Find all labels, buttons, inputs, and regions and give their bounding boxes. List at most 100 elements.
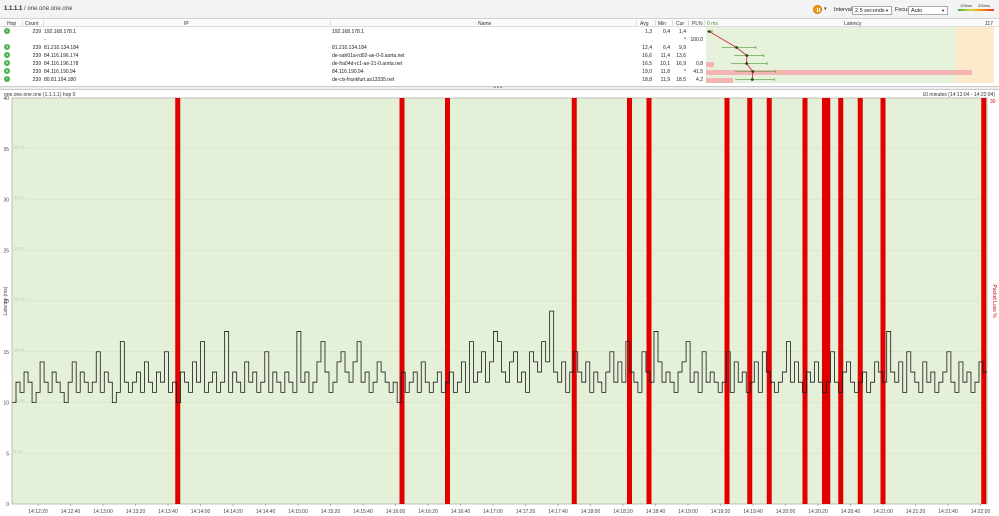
cell-min: 11,4 xyxy=(660,53,670,59)
cell-pl: 0,8 xyxy=(696,61,703,67)
right-y-axis-title: Packet Loss % xyxy=(991,284,997,318)
grid-value-label: 15 ms xyxy=(14,347,25,352)
col-count[interactable]: Count xyxy=(25,21,38,27)
column-divider xyxy=(636,20,637,27)
focus-select[interactable]: Auto ▼ xyxy=(908,6,948,15)
focus-value: Auto xyxy=(911,8,923,14)
x-tick-label: 14:12:40 xyxy=(61,509,81,515)
table-row[interactable]: 1 239 192.168.178.1 192.168.178.1 1,3 0,4 1,4 xyxy=(0,28,705,36)
x-tick-label: 14:14:20 xyxy=(223,509,243,515)
scale-gradient-bar xyxy=(958,9,994,11)
cell-pl: 100,0 xyxy=(690,37,703,43)
x-tick-label: 14:18:00 xyxy=(581,509,601,515)
y-tick-label: 5 xyxy=(6,451,9,457)
cell-avg: 16,5 xyxy=(642,61,652,67)
hop-status-badge: 5 xyxy=(4,60,10,66)
cell-ip: 80.81.194.180 xyxy=(44,77,76,83)
y-tick-label: 10 xyxy=(3,401,9,407)
cell-count: 239 xyxy=(32,61,41,67)
x-tick-label: 14:13:20 xyxy=(126,509,146,515)
interval-select[interactable]: 2.5 seconds ▼ xyxy=(852,6,892,15)
hop-status-badge: 6 xyxy=(4,68,10,74)
hop-status-badge: 1 xyxy=(4,28,10,34)
packet-loss-mark xyxy=(399,98,405,504)
hop-status-badge: 4 xyxy=(4,52,10,58)
latency-mini-graph xyxy=(706,30,777,81)
cell-avg: 18,8 xyxy=(642,77,652,83)
col-name[interactable]: Name xyxy=(478,21,491,27)
latency-avg-point xyxy=(751,70,755,73)
cell-cur: 13,6 xyxy=(676,53,686,59)
x-tick-label: 14:20:00 xyxy=(776,509,796,515)
hop-table: Hop Count IP Name Avg Min Cur PL% 0 ms L… xyxy=(0,20,999,84)
x-tick-label: 14:14:00 xyxy=(191,509,211,515)
cell-name: de-fra04d-rc1-ae-21-0.aorta.net xyxy=(332,61,403,67)
target-host: 1.1.1.1 xyxy=(4,6,23,12)
x-tick-label: 14:17:00 xyxy=(483,509,503,515)
latency-avg-point xyxy=(735,46,738,49)
interval-value: 2.5 seconds xyxy=(855,8,885,14)
packet-loss-mark xyxy=(646,98,652,504)
grid-value-label: 25 ms xyxy=(14,245,25,250)
cell-name: 84.116.190.94 xyxy=(332,69,364,75)
x-tick-label: 14:13:00 xyxy=(93,509,113,515)
col-cur[interactable]: Cur xyxy=(676,21,684,27)
cell-min: 11,9 xyxy=(660,77,670,83)
table-row[interactable]: 4 239 84.116.196.174 de-sah01a-rd02-ae-0-0.… xyxy=(0,52,705,60)
x-tick-label: 14:19:00 xyxy=(678,509,698,515)
table-row[interactable]: 3 239 81.210.134.184 81.210.134.184 12,4 6,4 9… xyxy=(0,44,705,52)
cell-min: 10,1 xyxy=(660,61,670,67)
scale-100-label: 100ms xyxy=(960,3,973,8)
packet-loss-mark xyxy=(747,98,753,504)
packet-loss-mark xyxy=(981,98,987,504)
interval-label: Interval xyxy=(834,7,853,13)
cell-cur: 18,5 xyxy=(676,77,686,83)
col-min[interactable]: Min xyxy=(658,21,666,27)
latency-avg-point xyxy=(745,62,749,65)
table-row[interactable]: 5 239 84.116.196.178 de-fra04d-rc1-ae-21-0.… xyxy=(0,60,705,68)
table-header: Hop Count IP Name Avg Min Cur PL% 0 ms L… xyxy=(0,20,999,27)
col-avg[interactable]: Avg xyxy=(640,21,649,27)
x-tick-label: 14:15:40 xyxy=(353,509,373,515)
column-divider xyxy=(330,20,331,27)
x-tick-label: 14:13:40 xyxy=(158,509,178,515)
target-name: / one.one.one.one xyxy=(22,6,73,12)
col-ip[interactable]: IP xyxy=(184,21,189,27)
cell-name: 81.210.134.184 xyxy=(332,45,367,51)
table-row[interactable]: 6 239 84.116.190.94 84.116.190.94 19,0 11,8 * 4… xyxy=(0,68,705,76)
grid-value-label: 5 ms xyxy=(14,448,23,453)
x-tick-label: 14:15:00 xyxy=(288,509,308,515)
cell-count: 239 xyxy=(32,77,41,83)
x-tick-label: 14:19:20 xyxy=(711,509,731,515)
column-divider xyxy=(655,20,656,27)
packet-loss-mark xyxy=(627,98,632,504)
chevron-down-icon: ▼ xyxy=(941,8,945,13)
cell-pl: 4,2 xyxy=(696,77,703,83)
hop-status-badge: 7 xyxy=(4,76,10,82)
col-pl[interactable]: PL% xyxy=(692,21,703,27)
cell-count: 239 xyxy=(32,45,41,51)
hop-status-badge: 3 xyxy=(4,44,10,50)
column-divider xyxy=(43,20,44,27)
packet-loss-mark xyxy=(880,98,886,504)
scale-200-label: 200ms xyxy=(978,3,991,8)
x-tick-label: 14:16:20 xyxy=(418,509,438,515)
pause-icon[interactable] xyxy=(813,5,822,14)
x-tick-label: 14:18:20 xyxy=(613,509,633,515)
column-divider xyxy=(22,20,23,27)
col-hop[interactable]: Hop xyxy=(7,21,16,27)
y-tick-label: 35 xyxy=(3,147,9,153)
table-row[interactable]: 7 239 80.81.194.180 de-cix-frankfurt.as1333… xyxy=(0,76,705,84)
x-tick-label: 14:20:20 xyxy=(808,509,828,515)
latency-history-chart[interactable]: 403535 ms3030 ms2525 ms2020 ms1515 ms101… xyxy=(0,96,999,516)
right-y-tick-label: 30 xyxy=(990,99,996,105)
latency-avg-point xyxy=(707,30,711,33)
x-tick-label: 14:20:40 xyxy=(841,509,861,515)
chevron-down-icon: ▼ xyxy=(885,8,889,13)
x-tick-label: 14:17:40 xyxy=(548,509,568,515)
x-tick-label: 14:21:00 xyxy=(873,509,893,515)
x-tick-label: 14:18:40 xyxy=(646,509,666,515)
cell-cur: * xyxy=(684,37,686,43)
table-row[interactable]: - * 100,0 xyxy=(0,36,705,44)
chevron-down-icon[interactable]: ▾ xyxy=(824,6,827,12)
